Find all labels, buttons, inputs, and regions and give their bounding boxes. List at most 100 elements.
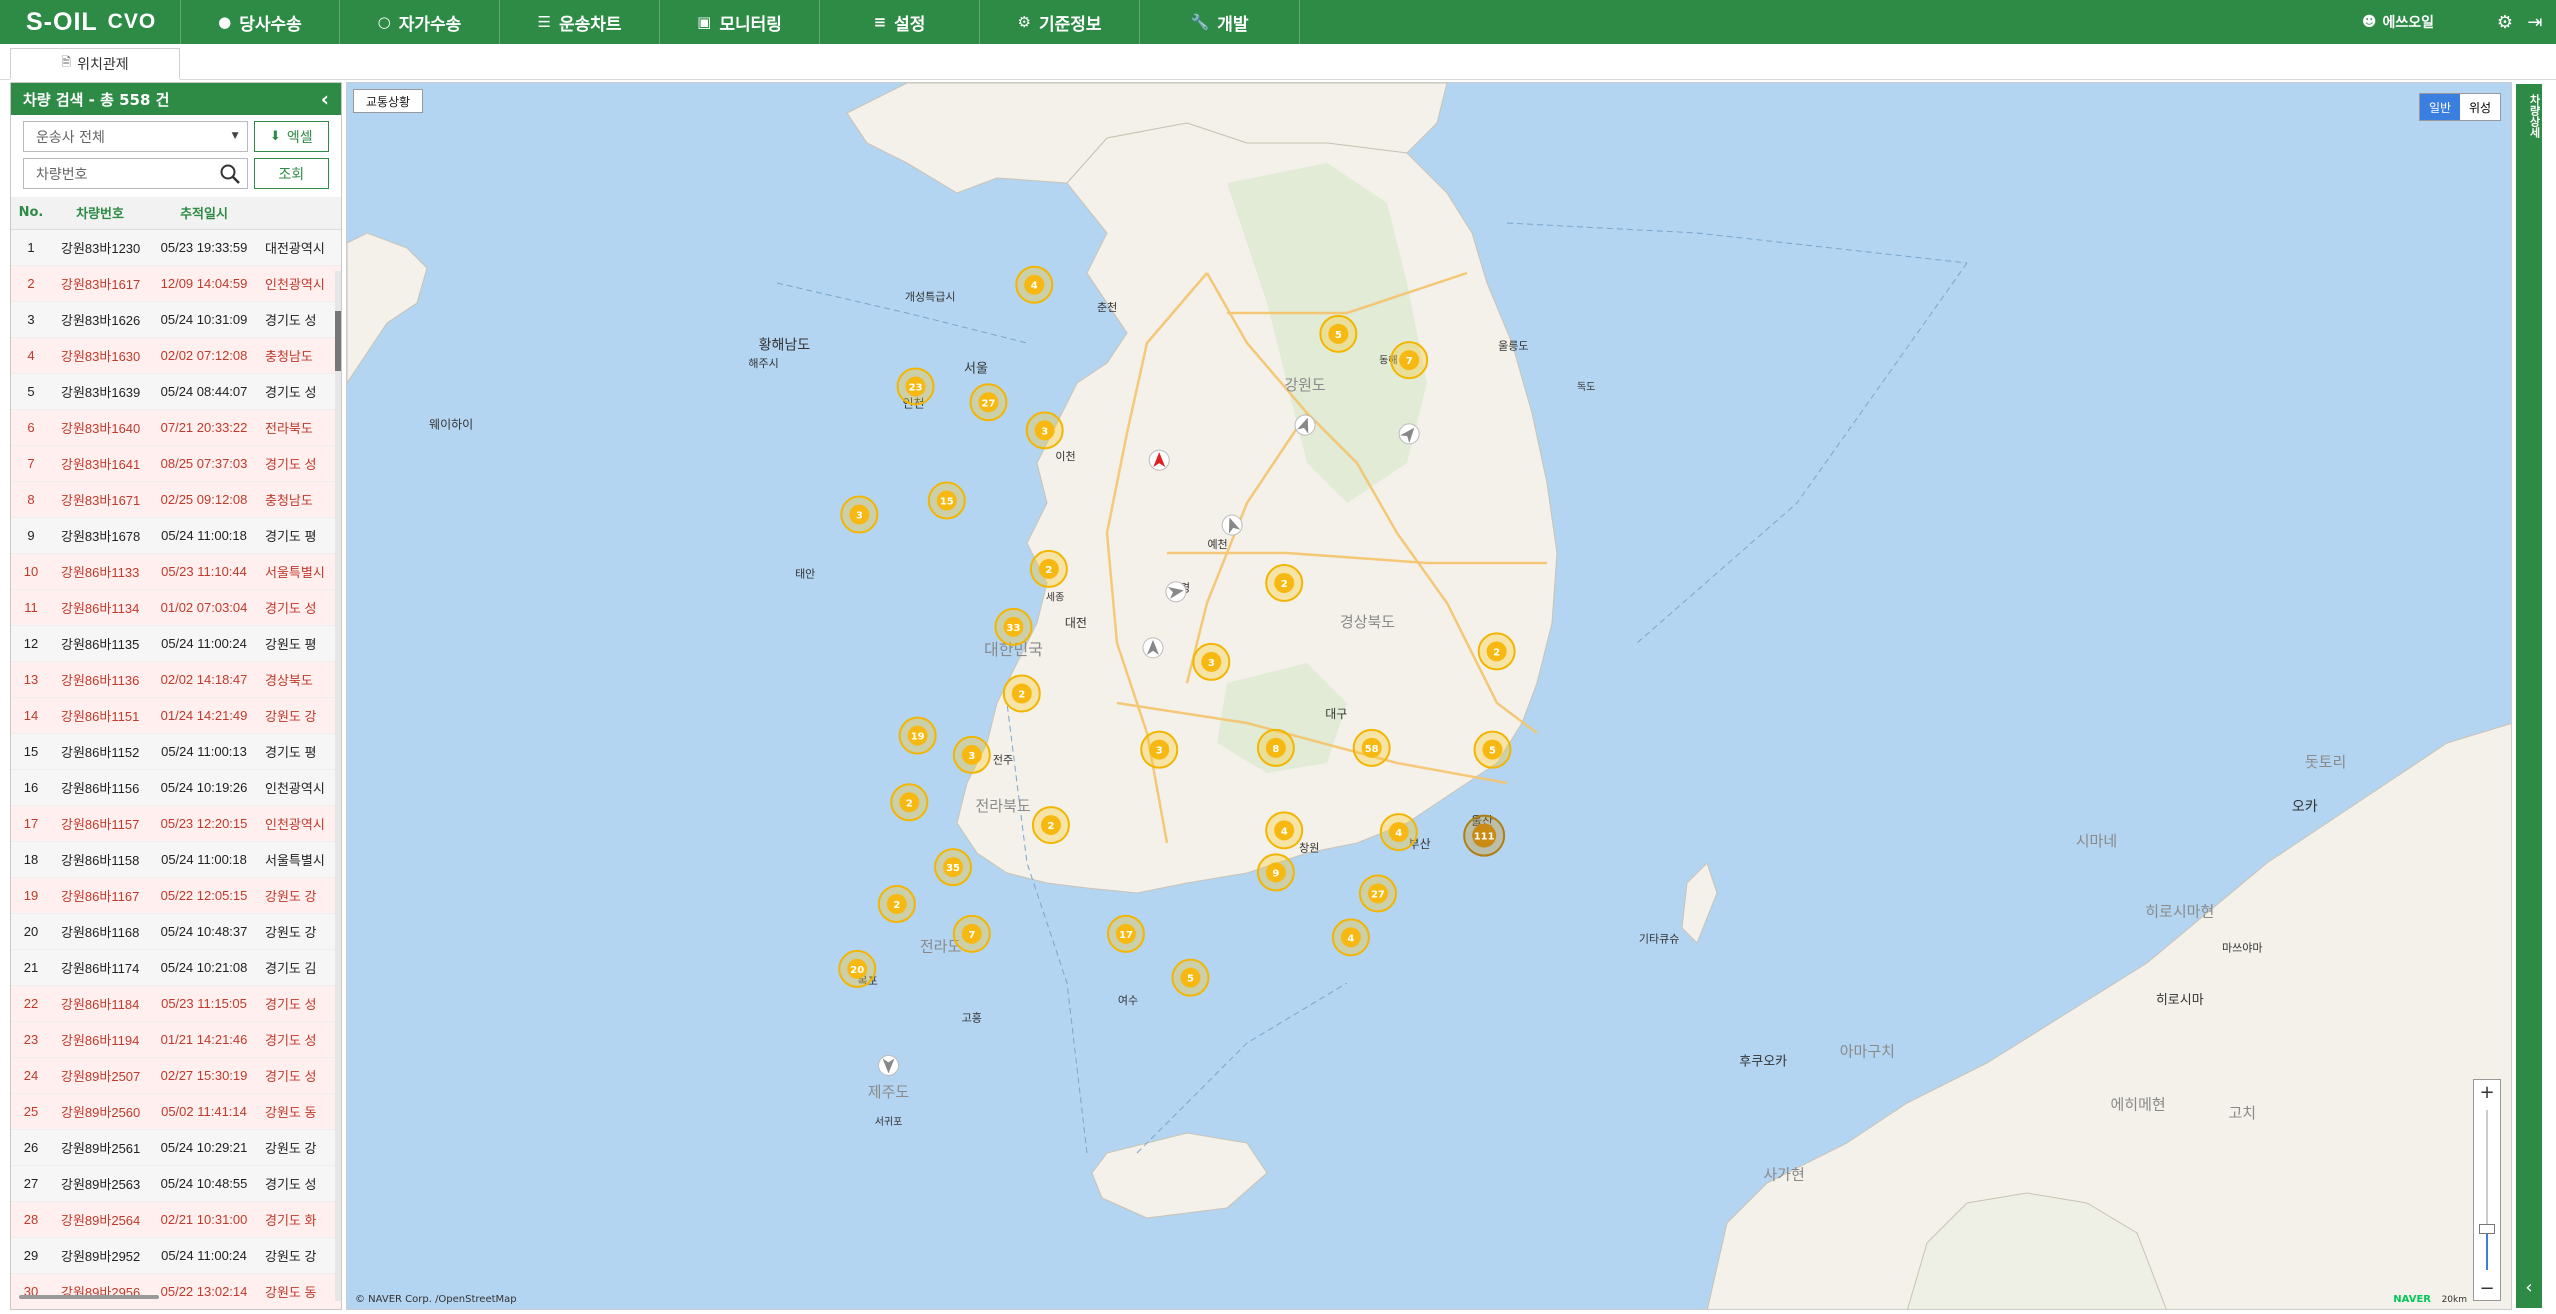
table-row[interactable]: 15 강원86바1152 05/24 11:00:13 경기도 평 [11, 733, 341, 770]
vehicle-cluster-marker[interactable]: 27 [969, 383, 1008, 422]
vehicle-arrow-marker[interactable] [1142, 637, 1164, 659]
table-row[interactable]: 4 강원83바1630 02/02 07:12:08 충청남도 [11, 337, 341, 374]
vehicle-cluster-marker[interactable]: 3 [1192, 642, 1231, 681]
traffic-status-button[interactable]: 교통상황 [353, 89, 423, 113]
table-row[interactable]: 28 강원89바2564 02/21 10:31:00 경기도 화 [11, 1201, 341, 1238]
carrier-select[interactable]: 운송사 전체 ▼ [23, 121, 248, 152]
table-row[interactable]: 11 강원86바1134 01/02 07:03:04 경기도 성 [11, 589, 341, 626]
vehicle-cluster-marker[interactable]: 7 [1390, 341, 1429, 380]
table-row[interactable]: 30 강원89바2956 05/22 13:02:14 강원도 동 [11, 1273, 341, 1309]
zoom-slider-handle[interactable] [2479, 1224, 2495, 1234]
table-row[interactable]: 7 강원83바1641 08/25 07:37:03 경기도 성 [11, 445, 341, 482]
vehicle-cluster-marker[interactable]: 111 [1463, 814, 1506, 857]
vehicle-cluster-marker[interactable]: 15 [927, 481, 966, 520]
table-row[interactable]: 19 강원86바1167 05/22 12:05:15 강원도 강 [11, 877, 341, 914]
collapse-panel-chevron-icon[interactable]: ‹ [321, 87, 329, 111]
vehicle-cluster-marker[interactable]: 2 [1031, 806, 1070, 845]
table-row[interactable]: 10 강원86바1133 05/23 11:10:44 서울특별시 [11, 553, 341, 590]
vehicle-cluster-marker[interactable]: 3 [840, 495, 879, 534]
table-row[interactable]: 5 강원83바1639 05/24 08:44:07 경기도 성 [11, 373, 341, 410]
vehicle-cluster-marker[interactable]: 35 [934, 848, 973, 887]
vehicle-cluster-marker[interactable]: 27 [1358, 874, 1397, 913]
vehicle-cluster-marker[interactable]: 17 [1106, 914, 1145, 953]
table-row[interactable]: 2 강원83바1617 12/09 14:04:59 인천광역시 [11, 265, 341, 302]
table-row[interactable]: 9 강원83바1678 05/24 11:00:18 경기도 평 [11, 517, 341, 554]
vehicle-cluster-marker[interactable]: 5 [1473, 730, 1512, 769]
vehicle-cluster-marker[interactable]: 19 [898, 716, 937, 755]
vehicle-cluster-marker[interactable]: 3 [1140, 730, 1179, 769]
vehicle-cluster-marker[interactable]: 5 [1319, 314, 1358, 353]
vehicle-cluster-marker[interactable]: 2 [1002, 674, 1041, 713]
vehicle-cluster-marker[interactable]: 23 [896, 367, 935, 406]
excel-download-button[interactable]: ⬇ 엑셀 [253, 121, 329, 152]
nav-settings[interactable]: ≡ 설정 [820, 0, 980, 44]
table-row[interactable]: 13 강원86바1136 02/02 14:18:47 경상북도 [11, 661, 341, 698]
vehicle-cluster-marker[interactable]: 4 [1379, 813, 1418, 852]
map-type-normal-button[interactable]: 일반 [2420, 94, 2460, 120]
zoom-out-button[interactable]: − [2474, 1276, 2500, 1300]
table-row[interactable]: 12 강원86바1135 05/24 11:00:24 강원도 평 [11, 625, 341, 662]
table-vertical-scrollbar[interactable] [335, 271, 341, 1301]
table-row[interactable]: 6 강원83바1640 07/21 20:33:22 전라북도 [11, 409, 341, 446]
vehicle-arrow-marker[interactable] [1148, 449, 1170, 471]
table-row[interactable]: 20 강원86바1168 05/24 10:48:37 강원도 강 [11, 913, 341, 950]
s-oil-cvo-logo[interactable]: S-OIL CVO [0, 0, 180, 44]
vehicle-cluster-marker[interactable]: 8 [1256, 728, 1295, 767]
map-canvas[interactable]: 대한민국경상북도강원도전라북도전라도제주도황해남도웨이하이서울인천대전대구부산울… [347, 83, 2512, 1310]
col-tracked-at[interactable]: 추적일시 [149, 197, 259, 230]
user-menu[interactable]: ☻ 에쓰오일 [2362, 12, 2434, 32]
vehicle-cluster-marker[interactable]: 7 [952, 914, 991, 953]
chevron-left-icon[interactable]: ‹ [2516, 1277, 2542, 1298]
vehicle-cluster-marker[interactable]: 2 [1029, 549, 1068, 588]
table-row[interactable]: 1 강원83바1230 05/23 19:33:59 대전광역시 [11, 229, 341, 266]
gear-icon[interactable]: ⚙ [2490, 12, 2520, 33]
logout-icon[interactable]: ⇥ [2520, 12, 2550, 33]
table-row[interactable]: 22 강원86바1184 05/23 11:15:05 경기도 성 [11, 985, 341, 1022]
nav-master-data[interactable]: ⚙ 기준정보 [980, 0, 1140, 44]
vehicle-cluster-marker[interactable]: 3 [952, 735, 991, 774]
vehicle-cluster-marker[interactable]: 3 [1025, 411, 1064, 450]
col-location[interactable] [259, 197, 341, 230]
col-no[interactable]: No. [11, 197, 51, 230]
nav-monitoring[interactable]: ▣ 모니터링 [660, 0, 820, 44]
table-row[interactable]: 3 강원83바1626 05/24 10:31:09 경기도 성 [11, 301, 341, 338]
vehicle-cluster-marker[interactable]: 4 [1265, 811, 1304, 850]
table-row[interactable]: 14 강원86바1151 01/24 14:21:49 강원도 강 [11, 697, 341, 734]
scrollbar-thumb[interactable] [335, 311, 341, 371]
table-row[interactable]: 29 강원89바2952 05/24 11:00:24 강원도 강 [11, 1237, 341, 1274]
vehicle-cluster-marker[interactable]: 2 [1477, 632, 1516, 671]
tab-location-control[interactable]: 🗎 위치관제 [10, 48, 180, 80]
vehicle-cluster-marker[interactable]: 4 [1015, 265, 1054, 304]
zoom-in-button[interactable]: + [2474, 1080, 2500, 1104]
nav-self-transport[interactable]: ○ 자가수송 [340, 0, 500, 44]
vehicle-cluster-marker[interactable]: 2 [877, 885, 916, 924]
vehicle-cluster-marker[interactable]: 5 [1171, 958, 1210, 997]
table-row[interactable]: 16 강원86바1156 05/24 10:19:26 인천광역시 [11, 769, 341, 806]
vehicle-arrow-marker[interactable] [878, 1054, 899, 1076]
vehicle-cluster-marker[interactable]: 2 [890, 783, 929, 822]
vehicle-number-input[interactable]: 차량번호 [23, 158, 248, 189]
vehicle-cluster-marker[interactable]: 9 [1256, 853, 1295, 892]
table-row[interactable]: 23 강원86바1194 01/21 14:21:46 경기도 성 [11, 1021, 341, 1058]
vehicle-cluster-marker[interactable]: 33 [994, 607, 1033, 646]
table-row[interactable]: 25 강원89바2560 05/02 11:41:14 강원도 동 [11, 1093, 341, 1130]
table-row[interactable]: 17 강원86바1157 05/23 12:20:15 인천광역시 [11, 805, 341, 842]
table-row[interactable]: 24 강원89바2507 02/27 15:30:19 경기도 성 [11, 1057, 341, 1094]
vehicle-cluster-marker[interactable]: 58 [1352, 728, 1391, 767]
nav-company-transport[interactable]: ● 당사수송 [180, 0, 340, 44]
table-row[interactable]: 26 강원89바2561 05/24 10:29:21 강원도 강 [11, 1129, 341, 1166]
col-vehicle-number[interactable]: 차량번호 [51, 197, 149, 230]
table-row[interactable]: 18 강원86바1158 05/24 11:00:18 서울특별시 [11, 841, 341, 878]
map-type-satellite-button[interactable]: 위성 [2460, 94, 2500, 120]
table-horizontal-scrollbar[interactable] [19, 1295, 159, 1299]
nav-transport-chart[interactable]: ☰ 운송차트 [500, 0, 660, 44]
nav-development[interactable]: 🔧 개발 [1140, 0, 1300, 44]
vehicle-cluster-marker[interactable]: 20 [838, 949, 877, 988]
table-row[interactable]: 21 강원86바1174 05/24 10:21:08 경기도 김 [11, 949, 341, 986]
search-button[interactable]: 조회 [253, 158, 329, 189]
table-row[interactable]: 27 강원89바2563 05/24 10:48:55 경기도 성 [11, 1165, 341, 1202]
vehicle-cluster-marker[interactable]: 2 [1265, 563, 1304, 602]
vehicle-cluster-marker[interactable]: 4 [1331, 918, 1370, 957]
table-row[interactable]: 8 강원83바1671 02/25 09:12:08 충청남도 [11, 481, 341, 518]
search-icon[interactable] [219, 163, 241, 189]
